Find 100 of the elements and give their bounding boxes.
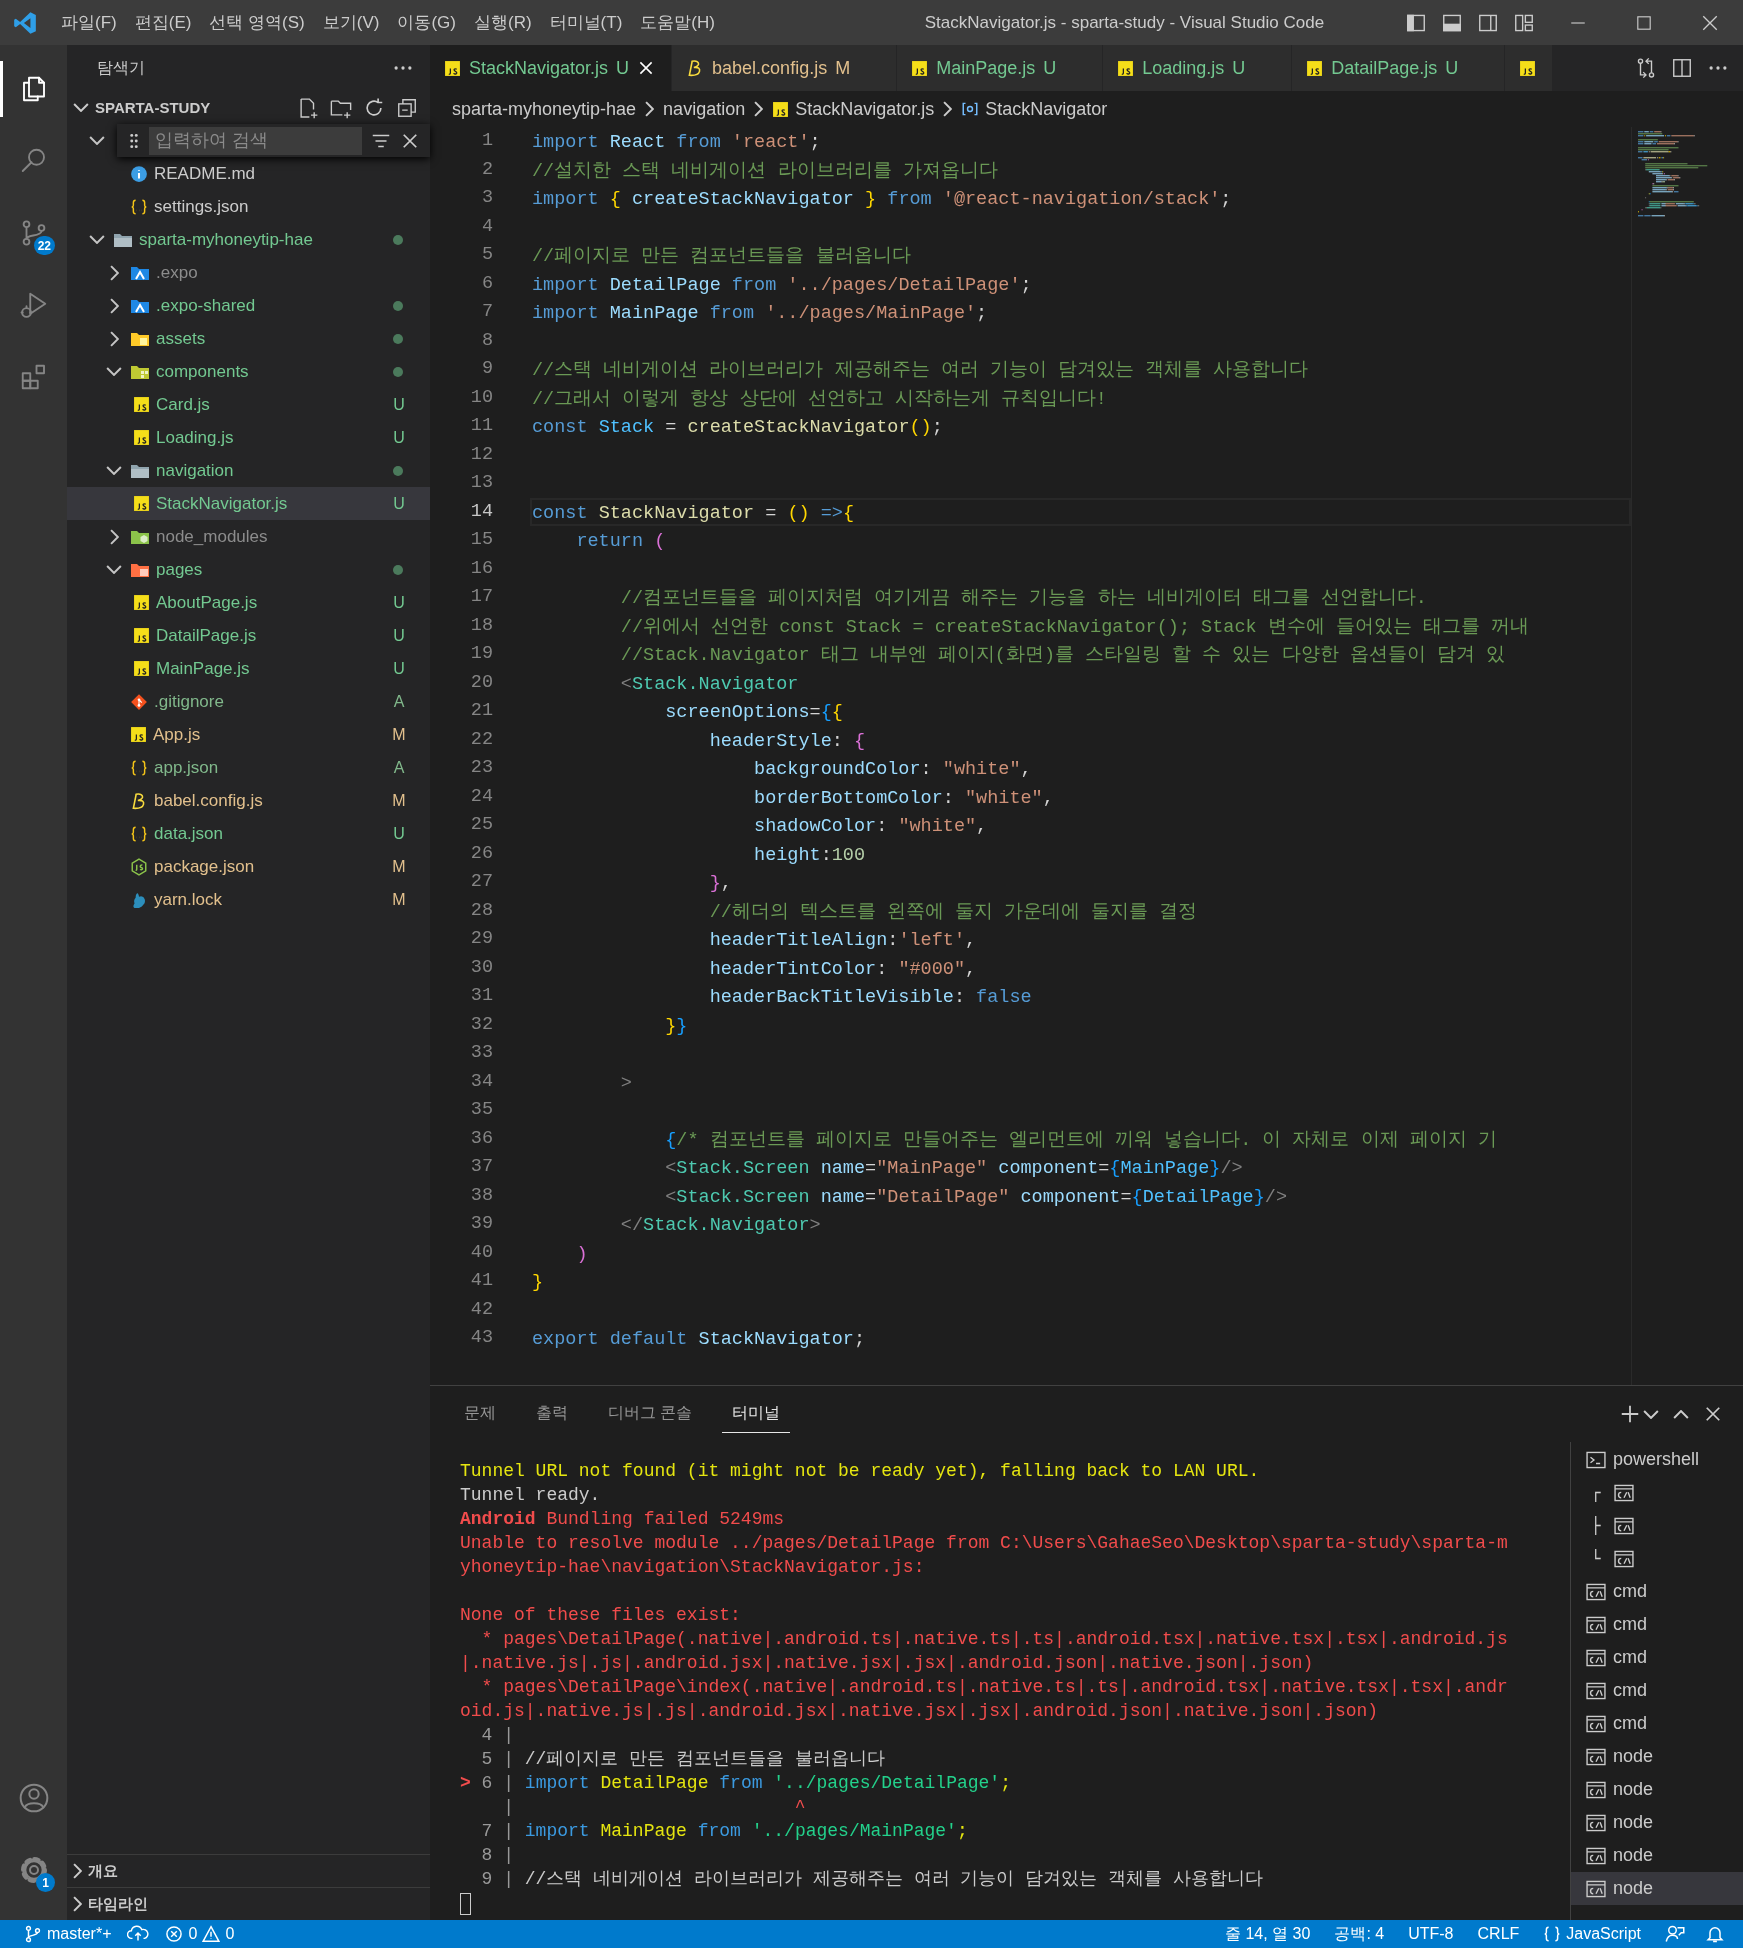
folder-row[interactable]: assets [67,322,430,355]
menu-item[interactable]: 이동(G) [388,7,465,38]
menu-item[interactable]: 도움말(H) [631,7,724,38]
plus-icon[interactable] [1619,1403,1641,1425]
folder-row[interactable]: sparta-myhoneytip-hae [67,223,430,256]
status-item[interactable]: JavaScript [1531,1920,1653,1948]
file-row[interactable]: App.js M [67,718,430,751]
file-icon [444,59,461,77]
file-row[interactable]: package.json M [67,850,430,883]
line-number: 17 [469,585,493,609]
maximize-icon[interactable] [1635,13,1653,32]
file-row[interactable]: DatailPage.js U [67,619,430,652]
problems-status[interactable]: 0 0 [157,1920,243,1948]
line-number: 15 [469,528,493,552]
panel-tab[interactable]: 터미널 [722,1395,791,1433]
file-row[interactable]: .gitignore A [67,685,430,718]
compare-changes-icon[interactable] [1635,57,1657,79]
folder-row[interactable]: .expo [67,256,430,289]
line-number: 11 [469,414,493,438]
chevron-icon[interactable] [73,103,89,112]
file-row[interactable]: settings.json [67,190,430,223]
terminal-item[interactable]: node [1571,1839,1743,1872]
breadcrumb-item[interactable]: StackNavigator.js [772,98,935,120]
file-row[interactable]: data.json U [67,817,430,850]
collapse-all-icon[interactable] [396,96,418,119]
terminal-item[interactable]: node [1571,1872,1743,1905]
line-number: 8 [480,328,493,353]
menu-item[interactable]: 파일(F) [52,7,126,38]
editor-tab[interactable]: Loading.js U [1103,45,1293,91]
bell-icon[interactable] [1705,1924,1725,1944]
close-icon[interactable] [1701,13,1719,32]
menu-item[interactable]: 실행(R) [465,7,541,38]
panel-tab[interactable]: 문제 [454,1395,506,1433]
terminal-item[interactable]: ┌ [1571,1476,1743,1509]
gear-icon-button[interactable]: 1 [0,1834,67,1906]
chevron-icon[interactable] [1643,1409,1659,1419]
drag-handle-icon[interactable] [127,131,141,150]
file-row[interactable]: babel.config.js M [67,784,430,817]
file-row[interactable]: yarn.lock M [67,883,430,916]
close-icon[interactable] [1703,1404,1723,1424]
cloud-upload-icon[interactable] [127,1925,150,1943]
file-row[interactable]: README.md [67,157,430,190]
code-line: } [531,1271,545,1295]
feedback-icon[interactable] [1665,1924,1685,1944]
terminal-item[interactable]: cmd [1571,1641,1743,1674]
editor-tab[interactable] [1505,45,1554,91]
breadcrumb-item[interactable]: navigation [663,98,746,120]
folder-row[interactable]: node_modules [67,520,430,553]
file-icon [133,495,150,512]
source-control-icon-button[interactable]: 22 [0,197,67,269]
panel-tab[interactable]: 출력 [526,1395,578,1433]
status-item[interactable]: 줄 14, 열 30 [1213,1920,1323,1948]
editor-tab[interactable]: DatailPage.js U [1292,45,1506,91]
status-item[interactable]: UTF-8 [1396,1920,1466,1948]
terminal-item[interactable]: cmd [1571,1674,1743,1707]
branch-status[interactable]: master*+ [16,1920,120,1948]
breadcrumb-item[interactable]: StackNavigator [961,98,1108,120]
folder-row[interactable]: components [67,355,430,388]
section-header[interactable]: 개요 [67,1854,430,1887]
editor-tab[interactable]: MainPage.js U [897,45,1104,91]
editor-tab[interactable]: babel.config.js M [672,45,898,91]
file-row[interactable]: MainPage.js U [67,652,430,685]
folder-row[interactable]: .expo-shared [67,289,430,322]
braces-icon [1543,1925,1562,1943]
terminal-item[interactable]: node [1571,1773,1743,1806]
terminal-item[interactable]: powershell [1571,1443,1743,1476]
line-number: 26 [469,841,493,866]
terminal-item[interactable]: node [1571,1806,1743,1839]
code-line: import MainPage from '../pages/MainPage'; [531,302,989,326]
panel-tab[interactable]: 디버그 콘솔 [598,1395,703,1433]
terminal-item[interactable]: cmd [1571,1608,1743,1641]
terminal-item[interactable]: ├ [1571,1509,1743,1542]
menu-item[interactable]: 편집(E) [125,7,201,38]
breadcrumb-item[interactable]: sparta-myhoneytip-hae [452,98,637,120]
new-file-icon[interactable] [297,96,319,119]
terminal-item[interactable]: └ [1571,1542,1743,1575]
editor-tab[interactable]: StackNavigator.js U [430,45,673,91]
search-field[interactable]: 입력하여 검색 [149,126,362,155]
file-row[interactable]: StackNavigator.js U [67,487,430,520]
terminal-item[interactable]: cmd [1571,1707,1743,1740]
status-item[interactable]: 공백: 4 [1322,1920,1397,1948]
folder-row[interactable]: navigation [67,454,430,487]
terminal-item[interactable]: cmd [1571,1575,1743,1608]
refresh-icon[interactable] [363,96,385,119]
split-editor-icon[interactable] [1671,57,1693,79]
file-icon [133,660,150,677]
line-number: 7 [480,300,493,324]
menu-item[interactable]: 보기(V) [313,7,389,38]
file-row[interactable]: Loading.js U [67,421,430,454]
file-row[interactable]: AboutPage.js U [67,586,430,619]
file-name: StackNavigator.js [156,493,289,514]
maximize-panel-icon[interactable] [1673,1409,1689,1419]
terminal-item[interactable]: node [1571,1740,1743,1773]
menu-item[interactable]: 선택 영역(S) [200,7,314,38]
file-row[interactable]: Card.js U [67,388,430,421]
file-row[interactable]: app.json A [67,751,430,784]
status-item[interactable]: CRLF [1465,1920,1532,1948]
line-number: 34 [469,1069,493,1094]
folder-row[interactable]: pages [67,553,430,586]
menu-item[interactable]: 터미널(T) [540,7,632,38]
